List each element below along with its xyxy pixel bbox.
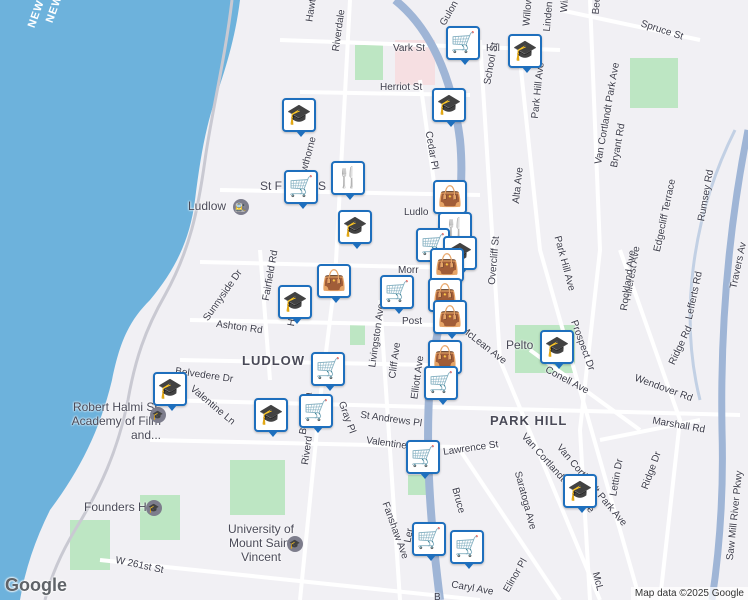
- neighborhood-label: LUDLOW: [242, 353, 306, 368]
- school-pin[interactable]: 🎓: [278, 285, 312, 324]
- school-pin[interactable]: 🎓: [282, 98, 316, 137]
- park-area: [230, 460, 285, 515]
- restaurant-pin[interactable]: 👜: [317, 264, 351, 303]
- shopping-bag-pin[interactable]: 👜: [430, 248, 464, 287]
- street-label: Wil: [558, 0, 572, 13]
- school-icon[interactable]: 🎓: [287, 536, 303, 552]
- shopping-cart-pin[interactable]: 🛒: [450, 530, 484, 569]
- street-label: Bee: [590, 0, 604, 15]
- neighborhood-label: PARK HILL: [490, 413, 568, 428]
- school-pin[interactable]: 🎓: [254, 398, 288, 437]
- school-pin[interactable]: 🎓: [508, 34, 542, 73]
- school-pin[interactable]: 🎓: [563, 474, 597, 513]
- restaurant-pin[interactable]: 🍴: [331, 161, 365, 200]
- park-area: [630, 58, 678, 108]
- shopping-cart-pin[interactable]: 🛒: [424, 366, 458, 405]
- street-label: S: [318, 179, 327, 193]
- street-label: Ludlo: [404, 207, 429, 218]
- street-label: Post: [402, 316, 423, 327]
- school-pin[interactable]: 🎓: [432, 88, 466, 127]
- place-label-robert-halmi[interactable]: Robert Halmi Sr. Academy of Film and...: [46, 400, 161, 442]
- map-attribution[interactable]: Map data ©2025 Google: [630, 587, 748, 600]
- street-line: [478, 39, 602, 600]
- shopping-cart-pin[interactable]: 🛒: [380, 275, 414, 314]
- street-line: [159, 398, 741, 417]
- school-pin[interactable]: 🎓: [153, 372, 187, 411]
- train-station-icon[interactable]: 🚉: [233, 199, 249, 215]
- school-icon[interactable]: 🎓: [146, 500, 162, 516]
- street-label: Herriot St: [380, 82, 423, 93]
- street-label: B: [434, 592, 441, 600]
- school-pin[interactable]: 🎓: [338, 210, 372, 249]
- school-pin[interactable]: 🎓: [540, 330, 574, 369]
- street-label: Vark St: [393, 43, 426, 54]
- place-label-ludlow[interactable]: Ludlow: [188, 199, 226, 213]
- shopping-cart-pin[interactable]: 🛒: [412, 522, 446, 561]
- shopping-bag-pin[interactable]: 👜: [433, 300, 467, 339]
- street-label: St F: [260, 179, 283, 193]
- shopping-cart-pin[interactable]: 🛒: [299, 394, 333, 433]
- shopping-bag-pin[interactable]: 👜: [433, 180, 467, 219]
- shopping-cart-pin[interactable]: 🛒: [406, 440, 440, 479]
- shopping-cart-pin[interactable]: 🛒: [311, 352, 345, 391]
- map-canvas[interactable]: NEW NEW LUDLOW PARK HILL Vark St Hill He…: [0, 0, 748, 600]
- park-area: [355, 45, 383, 80]
- google-logo: Google: [5, 575, 67, 595]
- shopping-cart-pin[interactable]: 🛒: [446, 26, 480, 65]
- park-area: [350, 325, 365, 345]
- shopping-cart-pin[interactable]: 🛒: [284, 170, 318, 209]
- street-label: Pelto: [506, 338, 534, 352]
- school-icon[interactable]: 🎓: [150, 407, 166, 423]
